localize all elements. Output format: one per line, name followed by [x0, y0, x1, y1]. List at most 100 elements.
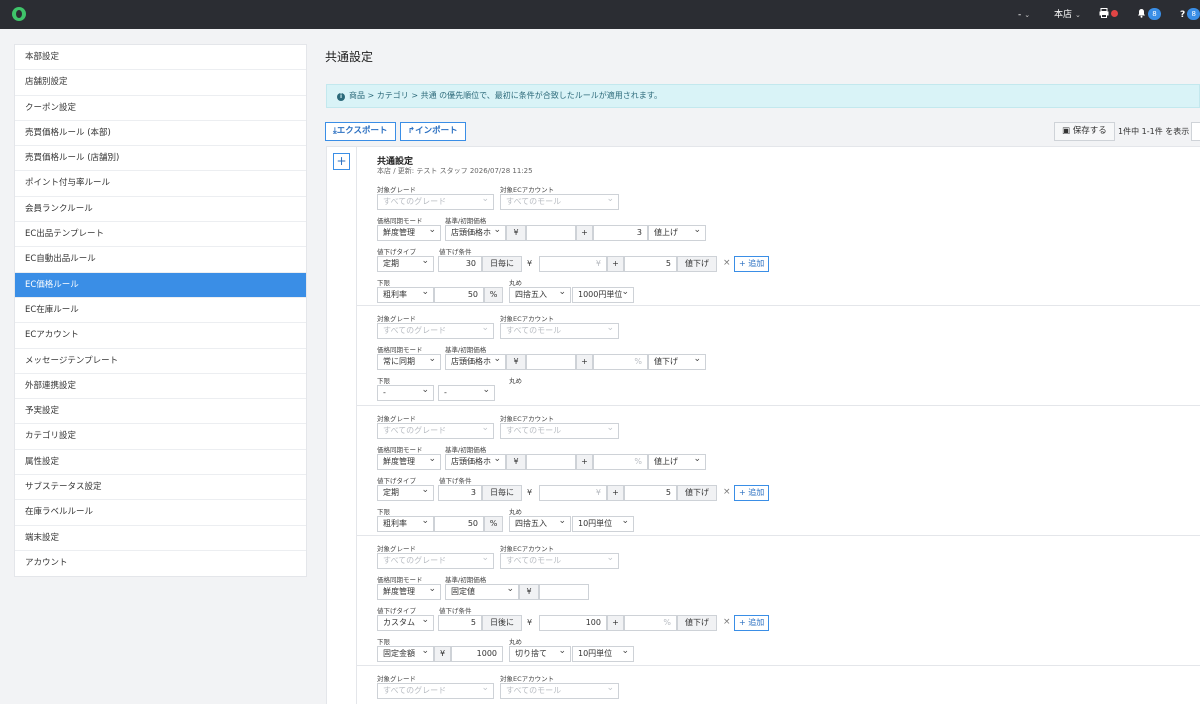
lower-limit-input[interactable]: 50 — [434, 287, 484, 303]
cond-yen-input[interactable]: ¥ — [539, 485, 607, 501]
grade-select[interactable]: すべてのグレード — [377, 683, 494, 699]
direction-select[interactable]: 値上げ — [648, 454, 706, 470]
plus-addon: + — [607, 615, 624, 631]
app-logo-icon[interactable] — [12, 7, 26, 21]
remove-condition-icon[interactable]: × — [723, 487, 731, 497]
lower-limit-label: 下限 — [377, 377, 390, 385]
sidebar-item[interactable]: ポイント付与率ルール — [15, 171, 306, 197]
sidebar-item[interactable]: サブステータス設定 — [15, 475, 306, 501]
days-input[interactable]: 3 — [438, 485, 482, 501]
add-condition-button[interactable]: + 追加 — [734, 485, 770, 501]
lower-limit-input[interactable]: 50 — [434, 516, 484, 532]
base-price-input[interactable] — [539, 584, 589, 600]
sidebar-item[interactable]: 予実設定 — [15, 399, 306, 425]
down-type-select[interactable]: 定期 — [377, 256, 434, 272]
sidebar-item[interactable]: アカウント — [15, 551, 306, 576]
notifications-button[interactable]: 8 — [1137, 8, 1161, 22]
sidebar-item[interactable]: EC自動出品ルール — [15, 247, 306, 273]
rounding-unit-select[interactable]: 10円単位 — [572, 516, 634, 532]
base-price-select[interactable]: 固定値 — [445, 584, 519, 600]
grade-select[interactable]: すべてのグレード — [377, 323, 494, 339]
sidebar-item[interactable]: 在庫ラベルルール — [15, 500, 306, 526]
help-button[interactable]: ? 8 — [1180, 8, 1200, 22]
down-type-select[interactable]: 定期 — [377, 485, 434, 501]
base-price-select[interactable]: 店頭価格ホ — [445, 225, 506, 241]
cond-yen-input[interactable]: 100 — [539, 615, 607, 631]
grade-label: 対象グレード — [377, 186, 416, 194]
export-button[interactable]: ⤓エクスポート — [325, 122, 396, 141]
sidebar-item[interactable]: EC在庫ルール — [15, 298, 306, 324]
sidebar-item[interactable]: 属性設定 — [15, 450, 306, 476]
sidebar-item[interactable]: 売買価格ルール (本部) — [15, 121, 306, 147]
sync-mode-select[interactable]: 鮮度管理 — [377, 225, 441, 241]
sidebar-item[interactable]: 店舗別設定 — [15, 70, 306, 96]
base-price-input[interactable] — [526, 354, 576, 370]
rounding-unit-select[interactable]: 10円単位 — [572, 646, 634, 662]
add-rule-button[interactable]: + — [333, 153, 350, 170]
cond-adjust-input[interactable]: % — [624, 615, 677, 631]
direction-select[interactable]: 値上げ — [648, 225, 706, 241]
lower-limit-select[interactable]: 固定金額 — [377, 646, 434, 662]
sidebar-item[interactable]: EC価格ルール — [15, 272, 306, 298]
cond-adjust-input[interactable]: 5 — [624, 485, 677, 501]
store-selector[interactable]: 本店 ⌄ — [1054, 8, 1081, 22]
printer-button[interactable] — [1099, 8, 1118, 22]
ec-account-select[interactable]: すべてのモール — [500, 683, 619, 699]
ec-account-select[interactable]: すべてのモール — [500, 194, 619, 210]
sidebar-item[interactable]: 本部設定 — [15, 45, 306, 71]
cond-adjust-input[interactable]: 5 — [624, 256, 677, 272]
cond-yen-input[interactable]: ¥ — [539, 256, 607, 272]
rounding-select[interactable]: 切り捨て — [509, 646, 571, 662]
sync-mode-select[interactable]: 鮮度管理 — [377, 454, 441, 470]
sidebar-item[interactable]: 端末設定 — [15, 526, 306, 551]
ec-account-select[interactable]: すべてのモール — [500, 423, 619, 439]
sidebar-item[interactable]: 売買価格ルール (店舗別) — [15, 146, 306, 172]
lower-limit-select[interactable]: - — [377, 385, 434, 401]
grade-label: 対象グレード — [377, 315, 416, 323]
grade-select[interactable]: すべてのグレード — [377, 194, 494, 210]
rounding-select[interactable]: 四捨五入 — [509, 516, 571, 532]
sidebar-item[interactable]: メッセージテンプレート — [15, 349, 306, 374]
sync-mode-select[interactable]: 鮮度管理 — [377, 584, 441, 600]
down-type-select[interactable]: カスタム — [377, 615, 434, 631]
sidebar-item[interactable]: クーポン設定 — [15, 96, 306, 121]
grade-select[interactable]: すべてのグレード — [377, 553, 494, 569]
base-price-input[interactable] — [526, 454, 576, 470]
rounding-select[interactable]: 四捨五入 — [509, 287, 571, 303]
sidebar-item[interactable]: カテゴリ設定 — [15, 424, 306, 450]
rounding-select[interactable]: - — [438, 385, 495, 401]
sidebar-item[interactable]: ECアカウント — [15, 323, 306, 349]
sidebar-item[interactable]: EC出品テンプレート — [15, 222, 306, 248]
days-input[interactable]: 5 — [438, 615, 482, 631]
ec-account-select[interactable]: すべてのモール — [500, 323, 619, 339]
add-condition-button[interactable]: + 追加 — [734, 615, 770, 631]
sidebar-item[interactable]: 外部連携設定 — [15, 374, 306, 400]
lower-limit-select[interactable]: 粗利率 — [377, 516, 434, 532]
add-condition-button[interactable]: + 追加 — [734, 256, 770, 272]
ec-account-select[interactable]: すべてのモール — [500, 553, 619, 569]
base-price-select[interactable]: 店頭価格ホ — [445, 354, 506, 370]
days-input[interactable]: 30 — [438, 256, 482, 272]
down-cond-label: 値下げ条件 — [439, 477, 472, 485]
base-price-select[interactable]: 店頭価格ホ — [445, 454, 506, 470]
lower-limit-select[interactable]: 粗利率 — [377, 287, 434, 303]
remove-condition-icon[interactable]: × — [723, 617, 731, 627]
page-size-select[interactable] — [1191, 122, 1200, 141]
import-button[interactable]: ↱インポート — [400, 122, 466, 141]
direction-select[interactable]: 値下げ — [648, 354, 706, 370]
save-label: 保存する — [1072, 126, 1107, 136]
sync-mode-select[interactable]: 常に同期 — [377, 354, 441, 370]
rounding-unit-select[interactable]: 1000円単位 — [572, 287, 634, 303]
remove-condition-icon[interactable]: × — [723, 258, 731, 268]
base-price-input[interactable] — [526, 225, 576, 241]
sync-mode-label: 価格同期モード — [377, 446, 423, 454]
grade-select[interactable]: すべてのグレード — [377, 423, 494, 439]
lower-limit-input[interactable]: 1000 — [451, 646, 503, 662]
adjust-input[interactable]: % — [593, 454, 648, 470]
save-button[interactable]: ▣ 保存する — [1054, 122, 1115, 141]
sidebar-item[interactable]: 会員ランクルール — [15, 197, 306, 223]
adjust-input[interactable]: 3 — [593, 225, 648, 241]
user-menu[interactable]: - ⌄ — [1018, 8, 1030, 22]
sync-mode-label: 価格同期モード — [377, 217, 423, 225]
adjust-input[interactable]: % — [593, 354, 648, 370]
